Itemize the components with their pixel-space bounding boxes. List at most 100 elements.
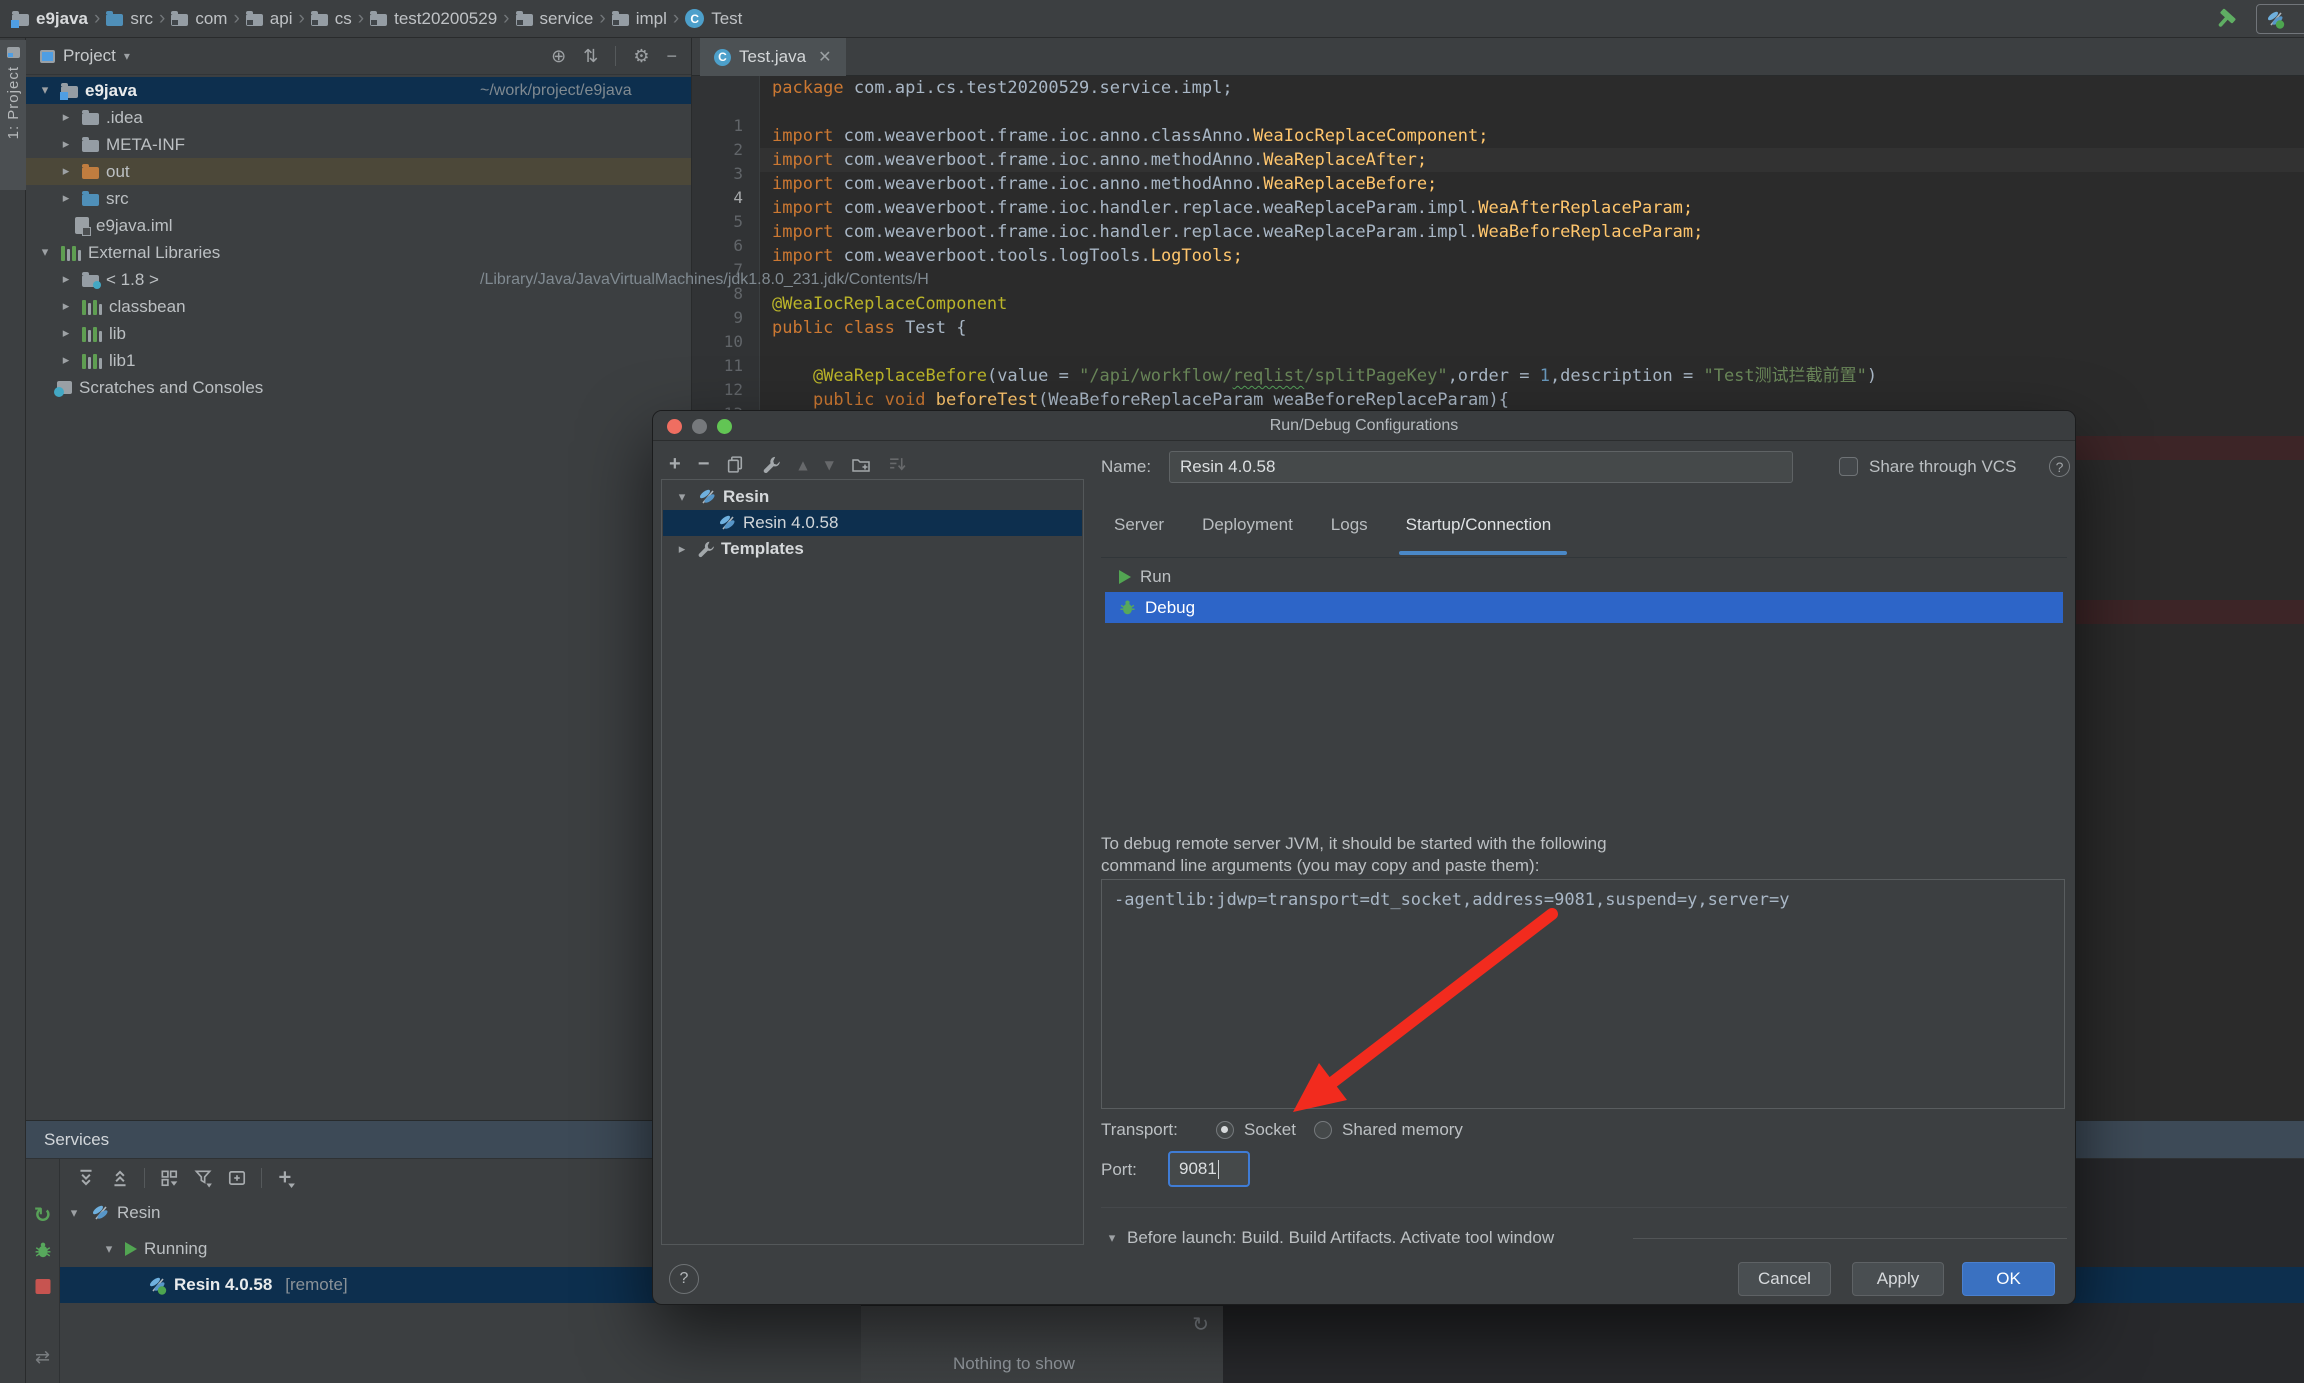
group-by-icon[interactable] [159,1168,179,1188]
code-line[interactable]: public void beforeTest(WeaBeforeReplaceP… [772,388,1509,412]
before-launch-expander-icon[interactable]: ▾ [1103,1231,1121,1246]
code-line[interactable]: @WeaIocReplaceComponent [772,292,1007,316]
collapsed-arrow-icon[interactable]: ▸ [57,326,75,341]
share-through-vcs-checkbox[interactable] [1839,457,1858,476]
config-tree-item-templates[interactable]: ▸ Templates [663,536,1082,562]
copy-configuration-icon[interactable] [726,455,745,474]
code-line[interactable]: import com.weaverboot.tools.logTools.Log… [772,244,1243,268]
code-line[interactable]: import com.weaverboot.frame.ioc.anno.met… [772,172,1437,196]
open-in-new-frame-icon[interactable] [227,1168,247,1188]
editor-tab-test-java[interactable]: Test.java ✕ [700,38,846,76]
project-tree-item-external-libraries[interactable]: ▾ External Libraries [26,239,691,266]
mode-row-debug[interactable]: Debug [1105,592,2063,623]
collapsed-arrow-icon[interactable]: ▸ [57,137,75,152]
project-tree-item-classbean[interactable]: ▸ classbean [26,293,691,320]
zoom-window-button[interactable] [717,419,732,434]
tab-startup-connection[interactable]: Startup/Connection [1406,515,1552,535]
rerun-icon[interactable]: ↻ [34,1203,52,1227]
collapsed-arrow-icon[interactable]: ▸ [673,542,691,557]
run-configuration-selector[interactable] [2256,4,2304,34]
export-icon[interactable]: ⇄ [35,1347,50,1368]
hide-panel-icon[interactable]: − [666,46,677,67]
collapsed-arrow-icon[interactable]: ▸ [57,272,75,287]
tab-server[interactable]: Server [1114,515,1164,535]
tab-deployment[interactable]: Deployment [1202,515,1293,535]
expand-all-icon[interactable] [76,1168,96,1188]
breadcrumb-item-com[interactable]: com [171,9,227,29]
libraries-icon [61,245,81,261]
project-tool-window-button[interactable]: 1: Project [0,40,26,190]
divider [1101,1207,2067,1208]
project-view-selector[interactable]: Project ▾ [40,46,130,66]
cancel-button[interactable]: Cancel [1738,1262,1831,1296]
apply-button[interactable]: Apply [1852,1262,1944,1296]
code-line[interactable]: @WeaReplaceBefore(value = "/api/workflow… [772,364,1877,388]
collapsed-arrow-icon[interactable]: ▸ [57,110,75,125]
project-tree-item-meta-inf[interactable]: ▸ META-INF [26,131,691,158]
breadcrumb-item-test-class[interactable]: Test [685,9,742,29]
expanded-arrow-icon[interactable]: ▾ [36,245,54,260]
code-line[interactable]: public class Test { [772,316,966,340]
collapsed-arrow-icon[interactable]: ▸ [57,164,75,179]
edit-defaults-wrench-icon[interactable] [762,455,781,474]
gear-icon[interactable]: ⚙ [633,46,649,67]
close-window-button[interactable] [667,419,682,434]
add-service-icon[interactable] [276,1168,296,1188]
expanded-arrow-icon[interactable]: ▾ [65,1206,83,1221]
project-tree-item-e9java-iml[interactable]: e9java.iml [26,212,691,239]
project-tree-item-lib[interactable]: ▸ lib [26,320,691,347]
breadcrumb-item-api[interactable]: api [246,9,293,29]
project-tree-item-out[interactable]: ▸ out [26,158,691,185]
collapse-all-icon[interactable]: ⇅ [583,46,598,67]
filter-icon[interactable] [193,1168,213,1188]
ok-button[interactable]: OK [1962,1262,2055,1296]
transport-shared-memory-radio[interactable] [1314,1121,1332,1139]
collapsed-arrow-icon[interactable]: ▸ [57,191,75,206]
remove-configuration-icon[interactable]: − [698,453,710,476]
refresh-icon[interactable]: ↻ [1192,1312,1209,1336]
breadcrumb-item-service[interactable]: service [516,9,594,29]
tab-logs[interactable]: Logs [1331,515,1368,535]
config-tree-item-resin-4-0-58[interactable]: Resin 4.0.58 [663,510,1082,536]
collapsed-arrow-icon[interactable]: ▸ [57,353,75,368]
command-line-arguments-box[interactable]: -agentlib:jdwp=transport=dt_socket,addre… [1101,879,2065,1109]
project-tree-item-scratches[interactable]: Scratches and Consoles [26,374,691,401]
close-tab-icon[interactable]: ✕ [818,47,831,67]
line-number: 9 [703,306,743,330]
code-line[interactable]: import com.weaverboot.frame.ioc.anno.met… [772,148,1427,172]
name-input[interactable]: Resin 4.0.58 [1169,451,1793,483]
add-configuration-icon[interactable]: + [669,453,681,476]
project-tree-item-lib1[interactable]: ▸ lib1 [26,347,691,374]
project-tree-item-jdk-1-8[interactable]: ▸ < 1.8 > /Library/Java/JavaVirtualMachi… [26,266,691,293]
expanded-arrow-icon[interactable]: ▾ [36,83,54,98]
create-folder-icon[interactable] [851,455,871,475]
locate-file-icon[interactable]: ⊕ [551,46,566,67]
build-hammer-icon[interactable] [2214,7,2238,31]
help-icon[interactable]: ? [2049,456,2070,477]
code-line[interactable]: import com.weaverboot.frame.ioc.handler.… [772,196,1693,220]
dialog-title-bar[interactable]: Run/Debug Configurations [653,411,2075,441]
project-tree-item-src[interactable]: ▸ src [26,185,691,212]
mode-row-run[interactable]: Run [1105,561,2063,592]
code-line[interactable]: import com.weaverboot.frame.ioc.anno.cla… [772,124,1488,148]
breadcrumb-item-e9java[interactable]: e9java [12,9,88,29]
divider [1633,1238,2067,1239]
breadcrumb-item-test20200529[interactable]: test20200529 [370,9,497,29]
code-line[interactable]: package com.api.cs.test20200529.service.… [772,76,1233,100]
breadcrumb-item-src[interactable]: src [106,9,153,29]
collapsed-arrow-icon[interactable]: ▸ [57,299,75,314]
project-tree-item-e9java[interactable]: ▾ e9java ~/work/project/e9java [26,77,691,104]
expanded-arrow-icon[interactable]: ▾ [100,1242,118,1257]
breadcrumb-item-impl[interactable]: impl [612,9,667,29]
project-tree-item-idea[interactable]: ▸ .idea [26,104,691,131]
transport-socket-radio[interactable] [1216,1121,1234,1139]
expanded-arrow-icon[interactable]: ▾ [673,490,691,505]
code-line[interactable]: import com.weaverboot.frame.ioc.handler.… [772,220,1703,244]
debug-bug-icon[interactable] [34,1241,52,1259]
dialog-help-button[interactable]: ? [669,1264,699,1294]
port-input[interactable]: 9081 [1168,1151,1250,1187]
breadcrumb-item-cs[interactable]: cs [311,9,352,29]
collapse-all-icon[interactable] [110,1168,130,1188]
stop-icon[interactable] [35,1279,50,1294]
config-tree-item-resin-group[interactable]: ▾ Resin [663,484,1082,510]
